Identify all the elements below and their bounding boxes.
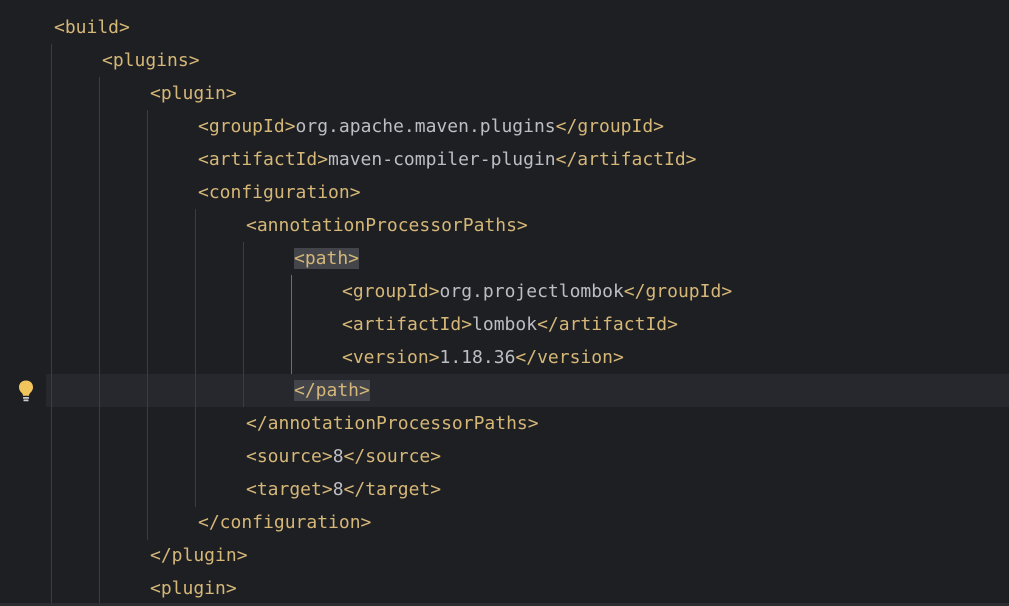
code-line[interactable]: <path> (294, 242, 360, 275)
code-line[interactable]: <version>1.18.36</version> (342, 341, 624, 374)
xml-tag: <build> (54, 17, 130, 38)
code-line[interactable]: <annotationProcessorPaths> (246, 209, 528, 242)
matched-xml-tag: </path> (294, 380, 370, 401)
code-editor[interactable]: <build> <plugins> <plugin> <groupId>org.apa… (0, 0, 1009, 606)
xml-tag: </target> (343, 479, 442, 500)
code-line[interactable]: </configuration> (198, 506, 371, 539)
xml-tag: <artifactId> (198, 149, 329, 170)
xml-tag: <plugin> (150, 83, 237, 104)
code-line[interactable]: <target>8</target> (246, 473, 441, 506)
xml-tag: <annotationProcessorPaths> (246, 215, 528, 236)
xml-tag: <artifactId> (342, 314, 473, 335)
indent-guide (99, 77, 100, 606)
xml-tag: <configuration> (198, 182, 361, 203)
code-line[interactable]: <artifactId>lombok</artifactId> (342, 308, 678, 341)
xml-text: 1.18.36 (439, 347, 516, 368)
current-line-highlight (46, 374, 1009, 407)
editor-gutter[interactable] (0, 0, 46, 606)
indent-guide-active (291, 275, 292, 374)
xml-tag: </groupId> (555, 116, 665, 137)
xml-tag: <plugins> (102, 50, 200, 71)
code-line[interactable]: </annotationProcessorPaths> (246, 407, 539, 440)
code-line[interactable]: <groupId>org.apache.maven.plugins</group… (198, 110, 664, 143)
code-line-current[interactable]: </path> (294, 374, 370, 407)
code-line[interactable]: <plugin> (150, 572, 237, 605)
xml-tag: </artifactId> (537, 314, 678, 335)
xml-tag: </source> (343, 446, 442, 467)
xml-tag: <groupId> (198, 116, 296, 137)
code-line[interactable]: </plugin> (150, 539, 248, 572)
xml-text: org.apache.maven.plugins (295, 116, 556, 137)
code-line[interactable]: <groupId>org.projectlombok</groupId> (342, 275, 732, 308)
indent-guide (147, 110, 148, 540)
matched-xml-tag: <path> (294, 248, 360, 269)
xml-tag: </version> (515, 347, 624, 368)
lightbulb-icon[interactable] (17, 379, 35, 403)
code-line[interactable]: <configuration> (198, 176, 361, 209)
xml-tag: <version> (342, 347, 440, 368)
code-line[interactable]: <build> (54, 11, 130, 44)
xml-tag: <plugin> (150, 578, 237, 599)
code-line[interactable]: <artifactId>maven-compiler-plugin</artif… (198, 143, 697, 176)
code-line[interactable]: <plugin> (150, 77, 237, 110)
xml-tag: </plugin> (150, 545, 248, 566)
xml-text: 8 (332, 479, 344, 500)
xml-tag: <groupId> (342, 281, 440, 302)
indent-guide (243, 242, 244, 407)
xml-text: maven-compiler-plugin (328, 149, 556, 170)
code-line[interactable]: <plugins> (102, 44, 200, 77)
xml-text: org.projectlombok (439, 281, 624, 302)
indent-guide (195, 209, 196, 507)
xml-tag: <source> (246, 446, 333, 467)
code-line[interactable]: <source>8</source> (246, 440, 441, 473)
xml-tag: </artifactId> (555, 149, 697, 170)
xml-tag: </annotationProcessorPaths> (246, 413, 539, 434)
xml-tag: </configuration> (198, 512, 372, 533)
xml-tag: <target> (246, 479, 333, 500)
xml-tag: </groupId> (623, 281, 733, 302)
xml-text: 8 (332, 446, 344, 467)
indent-guide (51, 44, 52, 606)
xml-text: lombok (472, 314, 538, 335)
